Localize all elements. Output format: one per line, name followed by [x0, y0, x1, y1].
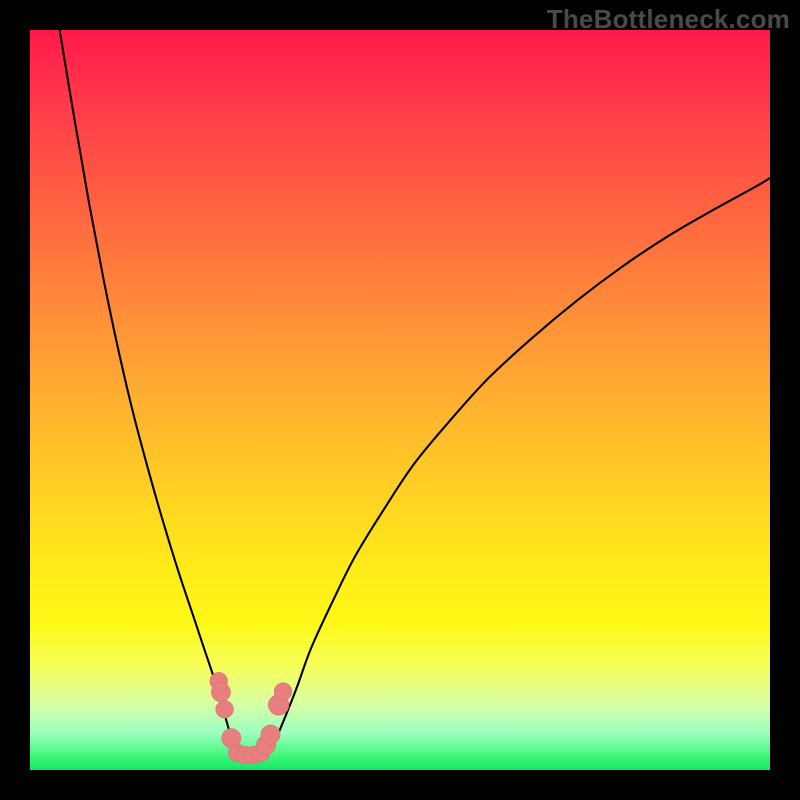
data-point-marker — [216, 700, 234, 718]
data-point-marker — [274, 683, 292, 701]
plot-area — [30, 30, 770, 770]
marker-group — [210, 672, 292, 764]
right-curve — [271, 178, 771, 752]
left-curve — [60, 30, 234, 752]
chart-frame: TheBottleneck.com — [0, 0, 800, 800]
data-point-marker — [261, 725, 280, 744]
chart-svg — [30, 30, 770, 770]
data-point-marker — [211, 683, 230, 702]
